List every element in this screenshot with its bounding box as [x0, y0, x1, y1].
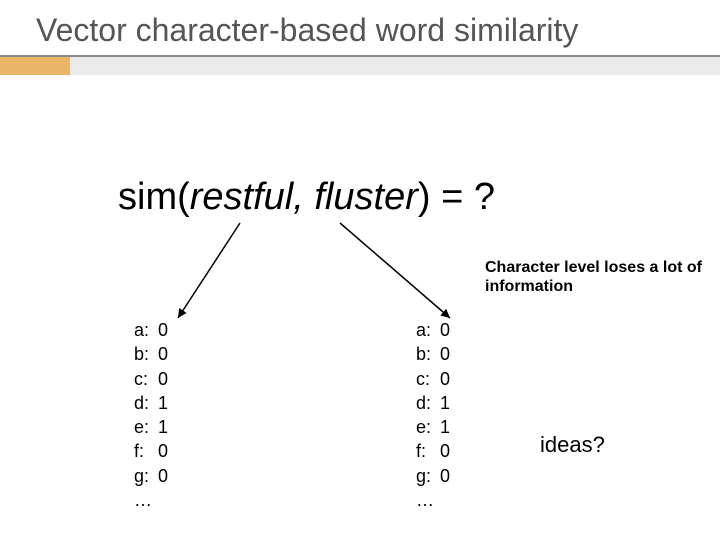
arrow-left-icon — [170, 218, 250, 328]
table-row: a:0 — [416, 318, 456, 342]
table-row: a:0 — [134, 318, 174, 342]
char-vector-left: a:0 b:0 c:0 d:1 e:1 f:0 g:0 … — [134, 318, 174, 512]
table-row: e:1 — [416, 415, 456, 439]
formula-sep — [304, 176, 315, 218]
table-row: b:0 — [416, 342, 456, 366]
info-loss-note: Character level loses a lot of informati… — [485, 258, 705, 296]
accent-bar — [0, 57, 720, 75]
table-row: d:1 — [416, 391, 456, 415]
table-row: g:0 — [416, 464, 456, 488]
table-row: c:0 — [134, 367, 174, 391]
table-row: e:1 — [134, 415, 174, 439]
char-vector-right-table: a:0 b:0 c:0 d:1 e:1 f:0 g:0 … — [416, 318, 456, 512]
formula-word1: restful, — [190, 176, 304, 218]
table-row: f:0 — [416, 439, 456, 463]
table-row: … — [416, 488, 456, 512]
arrow-right-icon — [330, 218, 470, 328]
formula-eq: = ? — [431, 176, 495, 218]
char-vector-right: a:0 b:0 c:0 d:1 e:1 f:0 g:0 … — [416, 318, 456, 512]
table-row: b:0 — [134, 342, 174, 366]
accent-grey — [70, 57, 720, 75]
table-row: c:0 — [416, 367, 456, 391]
slide-title: Vector character-based word similarity — [0, 0, 720, 57]
formula-word2: fluster — [314, 176, 417, 218]
table-row: g:0 — [134, 464, 174, 488]
ideas-prompt: ideas? — [540, 432, 605, 458]
table-row: … — [134, 488, 174, 512]
accent-orange — [0, 57, 70, 75]
formula-close: ) — [418, 176, 431, 218]
char-vector-left-table: a:0 b:0 c:0 d:1 e:1 f:0 g:0 … — [134, 318, 174, 512]
formula-open: ( — [177, 176, 190, 218]
formula-fn: sim — [118, 176, 177, 218]
table-row: d:1 — [134, 391, 174, 415]
similarity-formula: sim(restful, fluster) = ? — [118, 176, 495, 219]
table-row: f:0 — [134, 439, 174, 463]
